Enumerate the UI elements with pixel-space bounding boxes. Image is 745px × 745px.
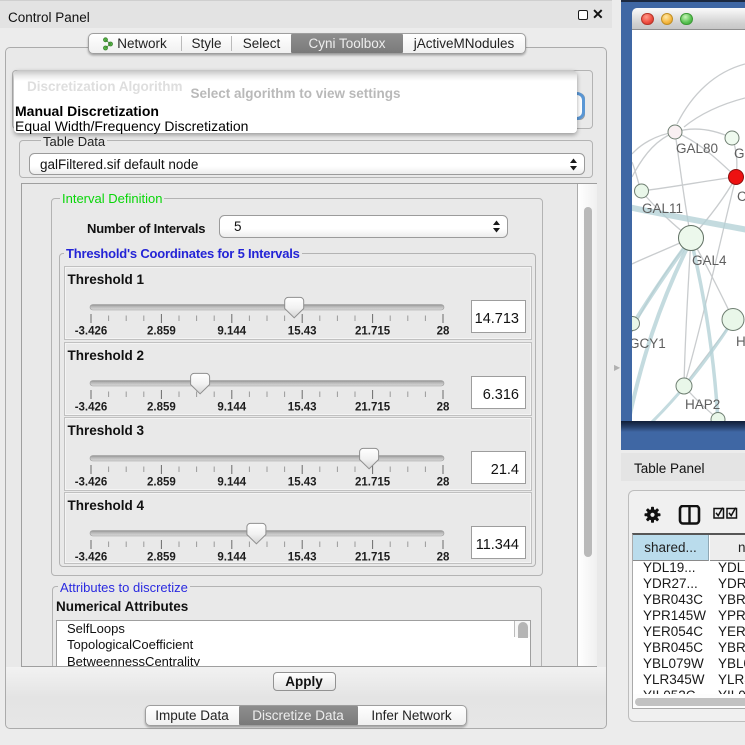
svg-text:21.715: 21.715 bbox=[355, 477, 391, 489]
svg-text:2.859: 2.859 bbox=[147, 552, 176, 564]
svg-text:9.144: 9.144 bbox=[217, 402, 246, 414]
svg-text:21.715: 21.715 bbox=[355, 402, 391, 414]
svg-text:15.43: 15.43 bbox=[288, 552, 317, 564]
svg-text:HAP2: HAP2 bbox=[685, 397, 720, 412]
svg-text:15.43: 15.43 bbox=[288, 477, 317, 489]
svg-text:21.715: 21.715 bbox=[355, 326, 391, 338]
svg-text:G.: G. bbox=[734, 146, 745, 161]
svg-text:-3.426: -3.426 bbox=[75, 402, 108, 414]
svg-text:GAL4: GAL4 bbox=[692, 253, 727, 268]
svg-text:C: C bbox=[737, 189, 745, 204]
svg-text:2.859: 2.859 bbox=[147, 477, 176, 489]
svg-text:GAL80: GAL80 bbox=[676, 141, 718, 156]
svg-text:-3.426: -3.426 bbox=[75, 477, 108, 489]
svg-text:28: 28 bbox=[437, 477, 450, 489]
svg-text:9.144: 9.144 bbox=[217, 326, 246, 338]
svg-text:GAL11: GAL11 bbox=[642, 201, 683, 216]
svg-text:GCY1: GCY1 bbox=[632, 336, 666, 351]
svg-text:21.715: 21.715 bbox=[355, 552, 391, 564]
svg-text:H: H bbox=[736, 334, 745, 349]
svg-text:28: 28 bbox=[437, 402, 450, 414]
svg-text:28: 28 bbox=[437, 552, 450, 564]
svg-text:28: 28 bbox=[437, 326, 450, 338]
svg-text:9.144: 9.144 bbox=[217, 477, 246, 489]
svg-text:9.144: 9.144 bbox=[217, 552, 246, 564]
svg-text:2.859: 2.859 bbox=[147, 402, 176, 414]
svg-text:2.859: 2.859 bbox=[147, 326, 176, 338]
svg-text:-3.426: -3.426 bbox=[75, 552, 108, 564]
svg-text:15.43: 15.43 bbox=[288, 326, 317, 338]
svg-text:15.43: 15.43 bbox=[288, 402, 317, 414]
svg-text:-3.426: -3.426 bbox=[75, 326, 108, 338]
